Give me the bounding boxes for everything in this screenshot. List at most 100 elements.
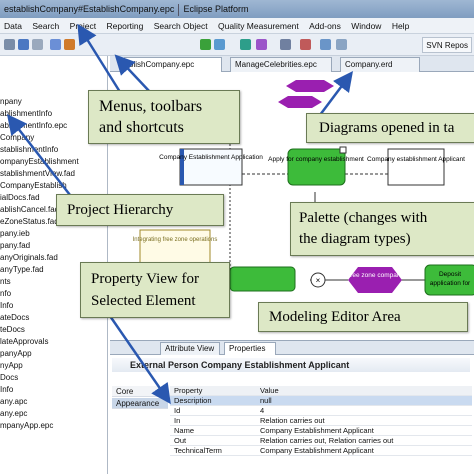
table-row[interactable]: Id 4 <box>170 406 472 416</box>
menu-window[interactable]: Window <box>347 18 385 34</box>
property-value[interactable]: null <box>260 396 460 406</box>
property-value[interactable]: Company Establishment Applicant <box>260 426 460 436</box>
process-node[interactable] <box>229 266 296 292</box>
editor-tab-bar: blishCompany.epc ManageCelebrities.epc C… <box>110 56 474 72</box>
tab-establish-company[interactable]: blishCompany.epc <box>124 57 222 72</box>
menu-reporting[interactable]: Reporting <box>103 18 148 34</box>
tree-item[interactable]: stablishmentInfo <box>0 144 58 155</box>
tree-item[interactable]: npany <box>0 96 22 107</box>
tree-item[interactable]: any.apc <box>0 396 27 407</box>
tree-item[interactable]: anyType.fad <box>0 264 44 275</box>
menu-add-ons[interactable]: Add-ons <box>305 18 345 34</box>
property-value[interactable]: Relation carries out, Relation carries o… <box>260 436 460 446</box>
property-value[interactable]: Relation carries out <box>260 416 460 426</box>
package-icon[interactable] <box>64 39 75 50</box>
table-row[interactable]: Description null <box>170 396 472 406</box>
table-row[interactable]: Out Relation carries out, Relation carri… <box>170 436 472 446</box>
tree-item[interactable]: mpanyApp.epc <box>0 420 53 431</box>
tree-item[interactable]: nyApp <box>0 360 23 371</box>
model-icon[interactable] <box>256 39 267 50</box>
property-name: TechnicalTerm <box>174 446 222 455</box>
callout-menus-line2: and shortcuts <box>99 119 184 136</box>
tree-item[interactable]: anyOriginals.fad <box>0 252 58 263</box>
tab-attribute-view[interactable]: Attribute View <box>160 342 220 355</box>
report-icon[interactable] <box>300 39 311 50</box>
event-shape[interactable] <box>278 96 322 108</box>
event-free-zone[interactable] <box>348 267 402 293</box>
deposit-node-label: Deposit <box>439 271 461 278</box>
tree-item[interactable]: pany.ieb <box>0 228 30 239</box>
property-value[interactable]: 4 <box>260 406 460 416</box>
search-icon[interactable] <box>320 39 331 50</box>
tree-item[interactable]: eZoneStatus.fad <box>0 216 59 227</box>
settings-icon[interactable] <box>336 39 347 50</box>
tree-item[interactable]: pany.fad <box>0 240 30 251</box>
table-row[interactable]: TechnicalTerm Company Establishment Appl… <box>170 446 472 456</box>
event-shape[interactable] <box>286 80 334 92</box>
export-icon[interactable] <box>280 39 291 50</box>
integrating-node[interactable] <box>139 229 211 267</box>
properties-table: Property Value Description null Id 4 In … <box>170 386 472 456</box>
tree-item[interactable]: ablishmentInfo <box>0 108 52 119</box>
tree-item[interactable]: Info <box>0 384 13 395</box>
xor-mark: × <box>316 276 321 285</box>
tree-item[interactable]: ablishCancel.fad <box>0 204 59 215</box>
property-name: Description <box>174 396 212 405</box>
deposit-node-label: application for <box>430 280 471 287</box>
print-icon[interactable] <box>32 39 43 50</box>
open-icon[interactable] <box>50 39 61 50</box>
menu-project[interactable]: Project <box>66 18 100 34</box>
validate-icon[interactable] <box>240 39 251 50</box>
tree-item[interactable]: panyApp <box>0 348 32 359</box>
tree-item[interactable]: CompanyEstablish <box>0 180 67 191</box>
property-value[interactable]: Company Establishment Applicant <box>260 446 460 456</box>
applicant-node[interactable] <box>387 148 445 186</box>
tree-item[interactable]: ompanyEstablishment <box>0 156 79 167</box>
tree-item[interactable]: teDocs <box>0 324 25 335</box>
expand-toggle-icon[interactable] <box>339 146 347 154</box>
save-icon[interactable] <box>18 39 29 50</box>
properties-section-core[interactable]: Core <box>112 386 168 397</box>
properties-title: External Person Company Establishment Ap… <box>112 358 470 372</box>
tab-company-erd[interactable]: Company.erd <box>340 57 420 72</box>
tree-item[interactable]: Info <box>0 300 13 311</box>
window-titlebar: establishCompany#EstablishCompany.epc Ecl… <box>0 0 474 18</box>
new-file-icon[interactable] <box>4 39 15 50</box>
menu-search[interactable]: Search <box>28 18 63 34</box>
properties-panel: Attribute View Properties External Perso… <box>110 340 474 474</box>
tree-item[interactable]: nts <box>0 276 11 287</box>
tree-item[interactable]: ateDocs <box>0 312 29 323</box>
menu-quality-measurement[interactable]: Quality Measurement <box>214 18 303 34</box>
callout-menus: Menus, toolbars and shortcuts <box>88 90 240 144</box>
menu-help[interactable]: Help <box>388 18 413 34</box>
tree-item[interactable]: Docs <box>0 372 18 383</box>
main-toolbar: SVN Repos <box>0 34 474 56</box>
refresh-icon[interactable] <box>214 39 225 50</box>
tree-item[interactable]: ablishmentInfo.epc <box>0 120 67 131</box>
tree-item[interactable]: nfo <box>0 288 11 299</box>
table-row[interactable]: Name Company Establishment Applicant <box>170 426 472 436</box>
tree-item[interactable]: stablishmentView.fad <box>0 168 75 179</box>
integrating-node-label: Integrating free zone operations <box>133 237 218 243</box>
run-icon[interactable] <box>200 39 211 50</box>
callout-diagrams: Diagrams opened in ta <box>306 113 474 143</box>
tree-item[interactable]: lateApprovals <box>0 336 48 347</box>
callout-property-view-line2: Selected Element <box>91 293 196 309</box>
window-title: establishCompany#EstablishCompany.epc <box>4 4 175 14</box>
properties-section-appearance[interactable]: Appearance <box>112 398 168 409</box>
menu-search-object[interactable]: Search Object <box>150 18 212 34</box>
tree-item[interactable]: ialDocs.fad <box>0 192 40 203</box>
tab-manage-celebrities[interactable]: ManageCelebrities.epc <box>230 57 332 72</box>
tree-item[interactable]: any.epc <box>0 408 27 419</box>
callout-palette-line2: the diagram types) <box>299 231 411 247</box>
function-node[interactable] <box>287 148 346 186</box>
svn-perspective-button[interactable]: SVN Repos <box>422 37 472 53</box>
callout-palette-line1: Palette (changes with <box>299 210 428 226</box>
menu-data[interactable]: Data <box>0 18 26 34</box>
function-node-label: Apply for company establishment <box>268 156 364 163</box>
tab-properties[interactable]: Properties <box>224 342 276 355</box>
table-row[interactable]: In Relation carries out <box>170 416 472 426</box>
column-header-property: Property <box>174 386 203 395</box>
tree-item[interactable]: Company <box>0 132 34 143</box>
callout-property-view: Property View for Selected Element <box>80 262 230 318</box>
